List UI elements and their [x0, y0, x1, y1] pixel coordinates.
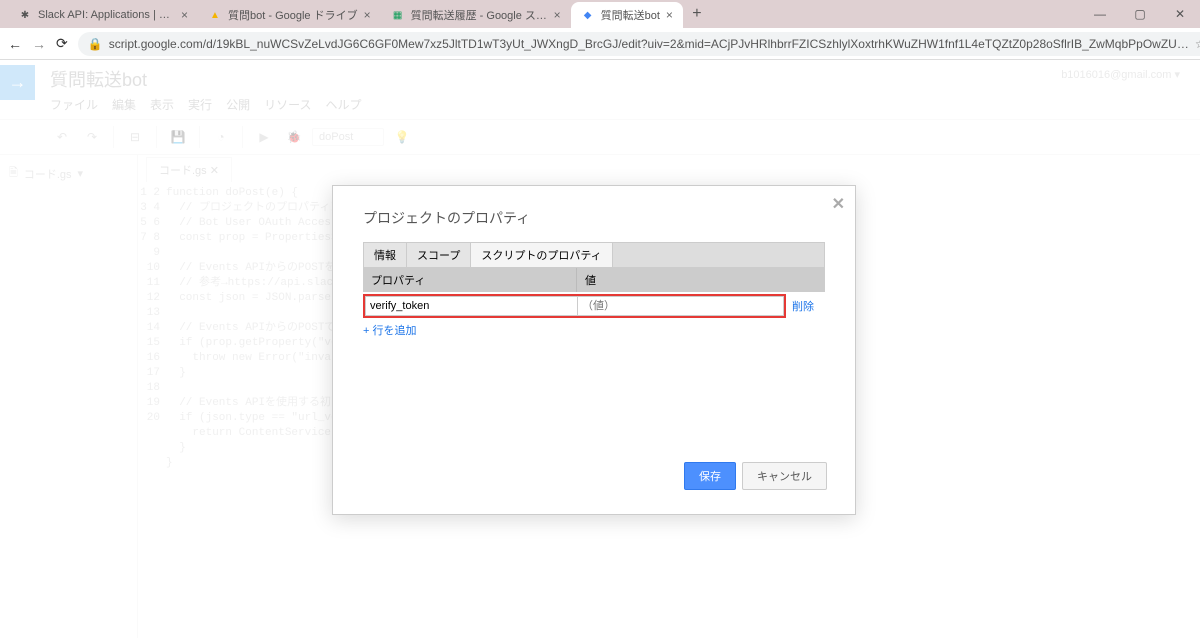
tab-title: 質問転送履歴 - Google スプレッド [411, 7, 548, 23]
save-button[interactable]: 保存 [684, 462, 736, 490]
reload-button[interactable]: ⟳ [56, 35, 68, 52]
browser-tab[interactable]: ▲ 質問bot - Google ドライブ × [198, 2, 381, 28]
highlighted-row [363, 294, 786, 318]
minimize-button[interactable]: — [1080, 0, 1120, 28]
browser-tab-bar: ✱ Slack API: Applications | FunLock × ▲ … [0, 0, 1200, 28]
col-value: 値 [576, 268, 825, 292]
close-icon[interactable]: × [364, 8, 371, 22]
close-icon[interactable]: × [554, 8, 561, 22]
lock-icon: 🔒 [88, 37, 103, 51]
tab-scopes[interactable]: スコープ [407, 243, 471, 267]
back-button[interactable]: ← [8, 36, 22, 52]
slack-icon: ✱ [18, 8, 32, 22]
property-value-input[interactable] [578, 296, 784, 316]
forward-button[interactable]: → [32, 36, 46, 52]
maximize-button[interactable]: ▢ [1120, 0, 1160, 28]
browser-tab[interactable]: ✱ Slack API: Applications | FunLock × [8, 2, 198, 28]
tab-info[interactable]: 情報 [364, 243, 407, 267]
tab-script-properties[interactable]: スクリプトのプロパティ [471, 243, 612, 267]
window-controls: — ▢ ✕ [1080, 0, 1200, 28]
close-icon[interactable]: × [181, 8, 188, 22]
sheets-icon: ▦ [391, 8, 405, 22]
add-row-link[interactable]: + 行を追加 [363, 322, 825, 338]
close-icon[interactable]: ✕ [832, 194, 845, 214]
project-properties-dialog: ✕ プロジェクトのプロパティ 情報 スコープ スクリプトのプロパティ プロパティ… [332, 185, 856, 515]
url-text: script.google.com/d/19kBL_nuWCSvZeLvdJG6… [109, 37, 1189, 51]
browser-tab-active[interactable]: ◆ 質問転送bot × [571, 2, 683, 28]
col-property: プロパティ [363, 268, 576, 292]
dialog-tabs: 情報 スコープ スクリプトのプロパティ [363, 242, 825, 268]
script-icon: ◆ [581, 8, 595, 22]
close-window-button[interactable]: ✕ [1160, 0, 1200, 28]
drive-icon: ▲ [208, 8, 222, 22]
delete-row-link[interactable]: 削除 [792, 298, 814, 314]
dialog-title: プロジェクトのプロパティ [333, 186, 855, 242]
tab-title: 質問bot - Google ドライブ [228, 7, 358, 23]
new-tab-button[interactable]: + [683, 0, 711, 28]
tab-title: 質問転送bot [601, 7, 660, 23]
address-bar: ← → ⟳ 🔒 script.google.com/d/19kBL_nuWCSv… [0, 28, 1200, 60]
property-key-input[interactable] [365, 296, 578, 316]
url-input[interactable]: 🔒 script.google.com/d/19kBL_nuWCSvZeLvdJ… [78, 32, 1200, 56]
tab-title: Slack API: Applications | FunLock [38, 9, 175, 21]
star-icon[interactable]: ☆ [1195, 37, 1200, 51]
close-icon[interactable]: × [666, 8, 673, 22]
property-table-header: プロパティ 値 [363, 268, 825, 292]
browser-tab[interactable]: ▦ 質問転送履歴 - Google スプレッド × [381, 2, 571, 28]
property-row: 削除 [363, 294, 825, 318]
cancel-button[interactable]: キャンセル [742, 462, 827, 490]
